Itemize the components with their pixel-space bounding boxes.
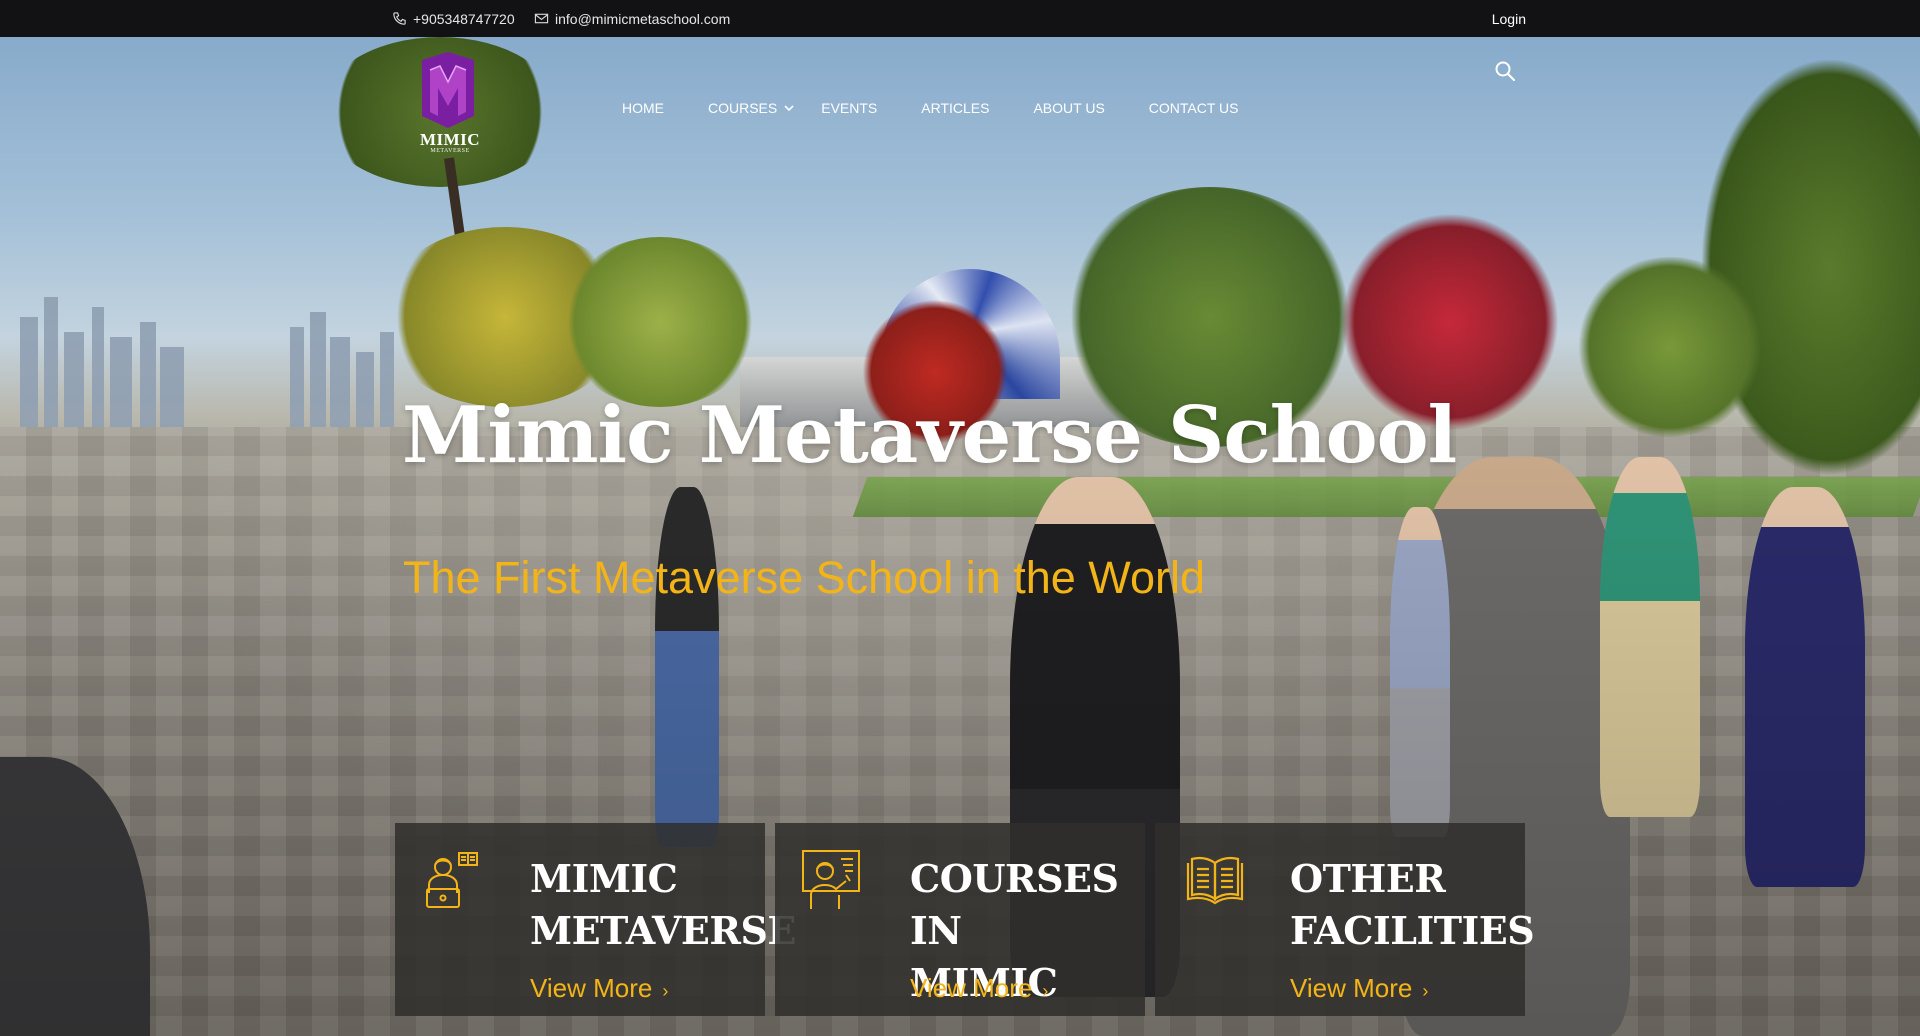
chevron-right-icon: › bbox=[1042, 980, 1049, 1001]
nav-contact-label[interactable]: CONTACT US bbox=[1149, 100, 1239, 116]
nav-events-label[interactable]: EVENTS bbox=[821, 100, 877, 116]
page: +905348747720 info@mimicmetaschool.com L… bbox=[0, 0, 1920, 1036]
nav-events[interactable]: EVENTS bbox=[821, 100, 877, 116]
teacher-board-icon bbox=[802, 850, 860, 909]
view-more-link[interactable]: View More › bbox=[530, 973, 668, 1004]
login-link[interactable]: Login bbox=[1492, 0, 1526, 37]
feature-card-mimic-metaverse[interactable]: MIMIC METAVERSE View More › bbox=[395, 823, 796, 1016]
card-title-line: COURSES IN bbox=[910, 856, 1119, 953]
top-info-bar: +905348747720 info@mimicmetaschool.com L… bbox=[0, 0, 1920, 37]
email-contact[interactable]: info@mimicmetaschool.com bbox=[534, 0, 730, 37]
search-icon[interactable] bbox=[1494, 60, 1516, 82]
phone-contact[interactable]: +905348747720 bbox=[392, 0, 515, 37]
view-more-label[interactable]: View More bbox=[1290, 973, 1412, 1004]
view-more-link[interactable]: View More › bbox=[1290, 973, 1428, 1004]
nav-contact-us[interactable]: CONTACT US bbox=[1149, 100, 1239, 116]
mimic-logo-icon bbox=[422, 52, 474, 128]
nav-home[interactable]: HOME bbox=[622, 100, 664, 116]
chevron-right-icon: › bbox=[1422, 980, 1429, 1001]
main-nav: HOME COURSES EVENTS ARTICLES ABOUT US CO… bbox=[622, 98, 1283, 118]
card-title-line: FACILITIES bbox=[1290, 908, 1535, 953]
open-book-icon bbox=[1186, 856, 1244, 905]
nav-courses-label[interactable]: COURSES bbox=[708, 100, 777, 116]
feature-card-courses[interactable]: COURSES IN MIMIC View More › bbox=[775, 823, 1145, 1016]
feature-card-other-facilities[interactable]: OTHER FACILITIES View More › bbox=[1155, 823, 1535, 1016]
nav-home-label[interactable]: HOME bbox=[622, 100, 664, 116]
logo-text: MIMIC bbox=[419, 130, 481, 149]
chevron-right-icon: › bbox=[662, 980, 669, 1001]
phone-icon bbox=[393, 12, 406, 25]
view-more-label[interactable]: View More bbox=[530, 973, 652, 1004]
view-more-label[interactable]: View More bbox=[910, 973, 1032, 1004]
nav-about-label[interactable]: ABOUT US bbox=[1033, 100, 1104, 116]
card-title-line: MIMIC bbox=[530, 856, 678, 901]
site-logo[interactable]: MIMIC METAVERSE bbox=[410, 52, 486, 156]
chevron-down-icon[interactable] bbox=[783, 102, 795, 114]
student-laptop-icon bbox=[426, 852, 478, 908]
card-title-line: OTHER bbox=[1290, 856, 1446, 901]
nav-articles-label[interactable]: ARTICLES bbox=[921, 100, 989, 116]
nav-about-us[interactable]: ABOUT US bbox=[1033, 100, 1104, 116]
nav-articles[interactable]: ARTICLES bbox=[921, 100, 989, 116]
card-title: MIMIC METAVERSE bbox=[530, 853, 796, 957]
hero-subtitle: The First Metaverse School in the World bbox=[403, 552, 1205, 603]
card-title-line: METAVERSE bbox=[530, 908, 796, 953]
hero-title: Mimic Metaverse School bbox=[402, 390, 1457, 481]
card-title: OTHER FACILITIES bbox=[1290, 853, 1535, 957]
logo-subtext: METAVERSE bbox=[430, 148, 470, 154]
nav-courses[interactable]: COURSES bbox=[708, 100, 795, 116]
mail-icon bbox=[534, 13, 549, 24]
phone-number[interactable]: +905348747720 bbox=[413, 11, 515, 27]
email-address[interactable]: info@mimicmetaschool.com bbox=[555, 11, 730, 27]
view-more-link[interactable]: View More › bbox=[910, 973, 1048, 1004]
